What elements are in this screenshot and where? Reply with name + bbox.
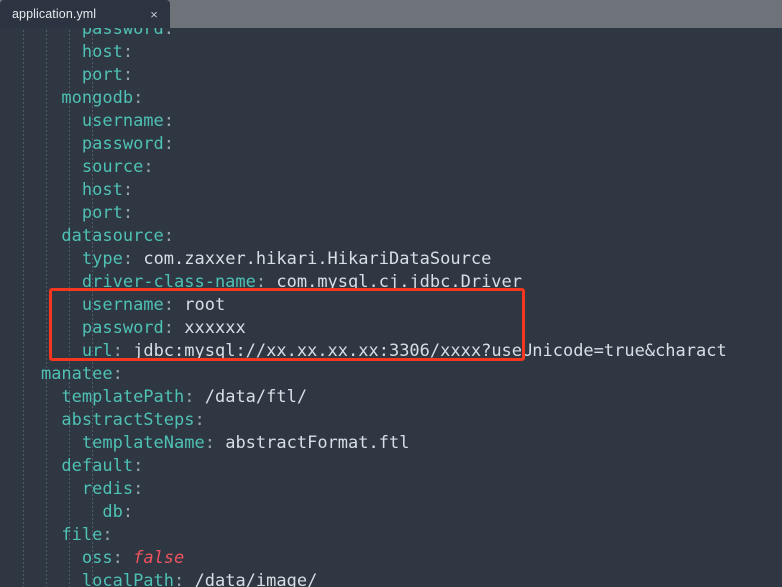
yaml-value: xxxxxx (174, 318, 246, 338)
yaml-colon: : (122, 502, 134, 522)
yaml-colon: : (133, 88, 144, 108)
yaml-colon: : (112, 364, 123, 384)
code-line[interactable]: host: (0, 179, 782, 202)
yaml-key: driver-class-name (81, 272, 256, 292)
yaml-key: oss (81, 548, 113, 568)
yaml-key: type (81, 249, 123, 269)
code-line[interactable]: type: com.zaxxer.hikari.HikariDataSource (0, 248, 782, 271)
code-line[interactable]: username: (0, 110, 782, 133)
tab-label: application.yml (12, 7, 97, 21)
yaml-key: password (81, 318, 164, 338)
yaml-value: com.zaxxer.hikari.HikariDataSource (133, 249, 492, 269)
yaml-value: root (174, 295, 226, 315)
yaml-key: username (81, 295, 164, 315)
yaml-colon: : (174, 571, 185, 587)
yaml-colon: : (163, 111, 175, 131)
yaml-key: templatePath (61, 387, 185, 407)
code-line[interactable]: port: (0, 202, 782, 225)
code-line[interactable]: localPath: /data/image/ (0, 570, 782, 587)
code-line[interactable]: templateName: abstractFormat.ftl (0, 432, 782, 455)
yaml-key: datasource (61, 226, 164, 246)
yaml-key: templateName (81, 433, 205, 453)
code-line[interactable]: datasource: (0, 225, 782, 248)
yaml-colon: : (122, 180, 134, 200)
yaml-key: password (81, 134, 164, 154)
yaml-value: com.mysql.cj.jdbc.Driver (266, 272, 523, 292)
code-line[interactable]: source: (0, 156, 782, 179)
yaml-key: host (81, 180, 123, 200)
yaml-key: redis (81, 479, 134, 499)
yaml-key: port (81, 65, 123, 85)
yaml-value: /data/ftl/ (194, 387, 308, 407)
yaml-colon: : (133, 456, 144, 476)
yaml-colon: : (163, 134, 175, 154)
yaml-colon: : (143, 157, 154, 177)
code-line[interactable]: host: (0, 41, 782, 64)
code-line[interactable]: file: (0, 524, 782, 547)
yaml-key: manatee (40, 364, 113, 384)
yaml-key: url (81, 341, 113, 361)
code-line[interactable]: driver-class-name: com.mysql.cj.jdbc.Dri… (0, 271, 782, 294)
code-line[interactable]: password: xxxxxx (0, 317, 782, 340)
yaml-key: db (102, 502, 123, 522)
code-line[interactable]: url: jdbc:mysql://xx.xx.xx.xx:3306/xxxx?… (0, 340, 782, 363)
code-line[interactable]: abstractSteps: (0, 409, 782, 432)
code-line[interactable]: port: (0, 64, 782, 87)
code-editor[interactable]: password: host: port: mongodb: username:… (0, 0, 782, 587)
code-line[interactable]: redis: (0, 478, 782, 501)
code-line[interactable]: db: (0, 501, 782, 524)
tab-bar: application.yml × (0, 0, 782, 28)
code-line[interactable]: manatee: (0, 363, 782, 386)
yaml-key: mongodb (61, 88, 134, 108)
code-line[interactable]: templatePath: /data/ftl/ (0, 386, 782, 409)
yaml-value: /data/image/ (184, 571, 318, 587)
yaml-colon: : (163, 318, 175, 338)
yaml-key: localPath (81, 571, 175, 587)
yaml-key: username (81, 111, 164, 131)
code-line[interactable]: default: (0, 455, 782, 478)
yaml-colon: : (194, 410, 205, 430)
code-line[interactable]: oss: false (0, 547, 782, 570)
yaml-key: abstractSteps (61, 410, 195, 430)
yaml-colon: : (102, 525, 113, 545)
yaml-colon: : (122, 65, 134, 85)
yaml-value: abstractFormat.ftl (214, 433, 410, 453)
yaml-colon: : (112, 341, 123, 361)
yaml-colon: : (122, 203, 134, 223)
yaml-key: source (81, 157, 144, 177)
yaml-colon: : (255, 272, 267, 292)
close-icon[interactable]: × (146, 6, 162, 22)
yaml-boolean-value: false (122, 548, 185, 568)
yaml-colon: : (112, 548, 123, 568)
yaml-value: jdbc:mysql://xx.xx.xx.xx:3306/xxxx?useUn… (122, 341, 727, 361)
yaml-colon: : (184, 387, 195, 407)
yaml-key: host (81, 42, 123, 62)
yaml-colon: : (133, 479, 144, 499)
editor-window: password: host: port: mongodb: username:… (0, 0, 782, 587)
yaml-colon: : (163, 226, 175, 246)
yaml-colon: : (163, 295, 175, 315)
code-line[interactable]: password: (0, 133, 782, 156)
code-line[interactable]: mongodb: (0, 87, 782, 110)
code-content[interactable]: password: host: port: mongodb: username:… (0, 18, 782, 587)
code-line[interactable]: username: root (0, 294, 782, 317)
yaml-colon: : (204, 433, 215, 453)
editor-tab-application-yml[interactable]: application.yml × (0, 0, 170, 28)
yaml-key: file (61, 525, 103, 545)
yaml-key: port (81, 203, 123, 223)
yaml-colon: : (122, 42, 134, 62)
yaml-colon: : (122, 249, 134, 269)
yaml-key: default (61, 456, 134, 476)
